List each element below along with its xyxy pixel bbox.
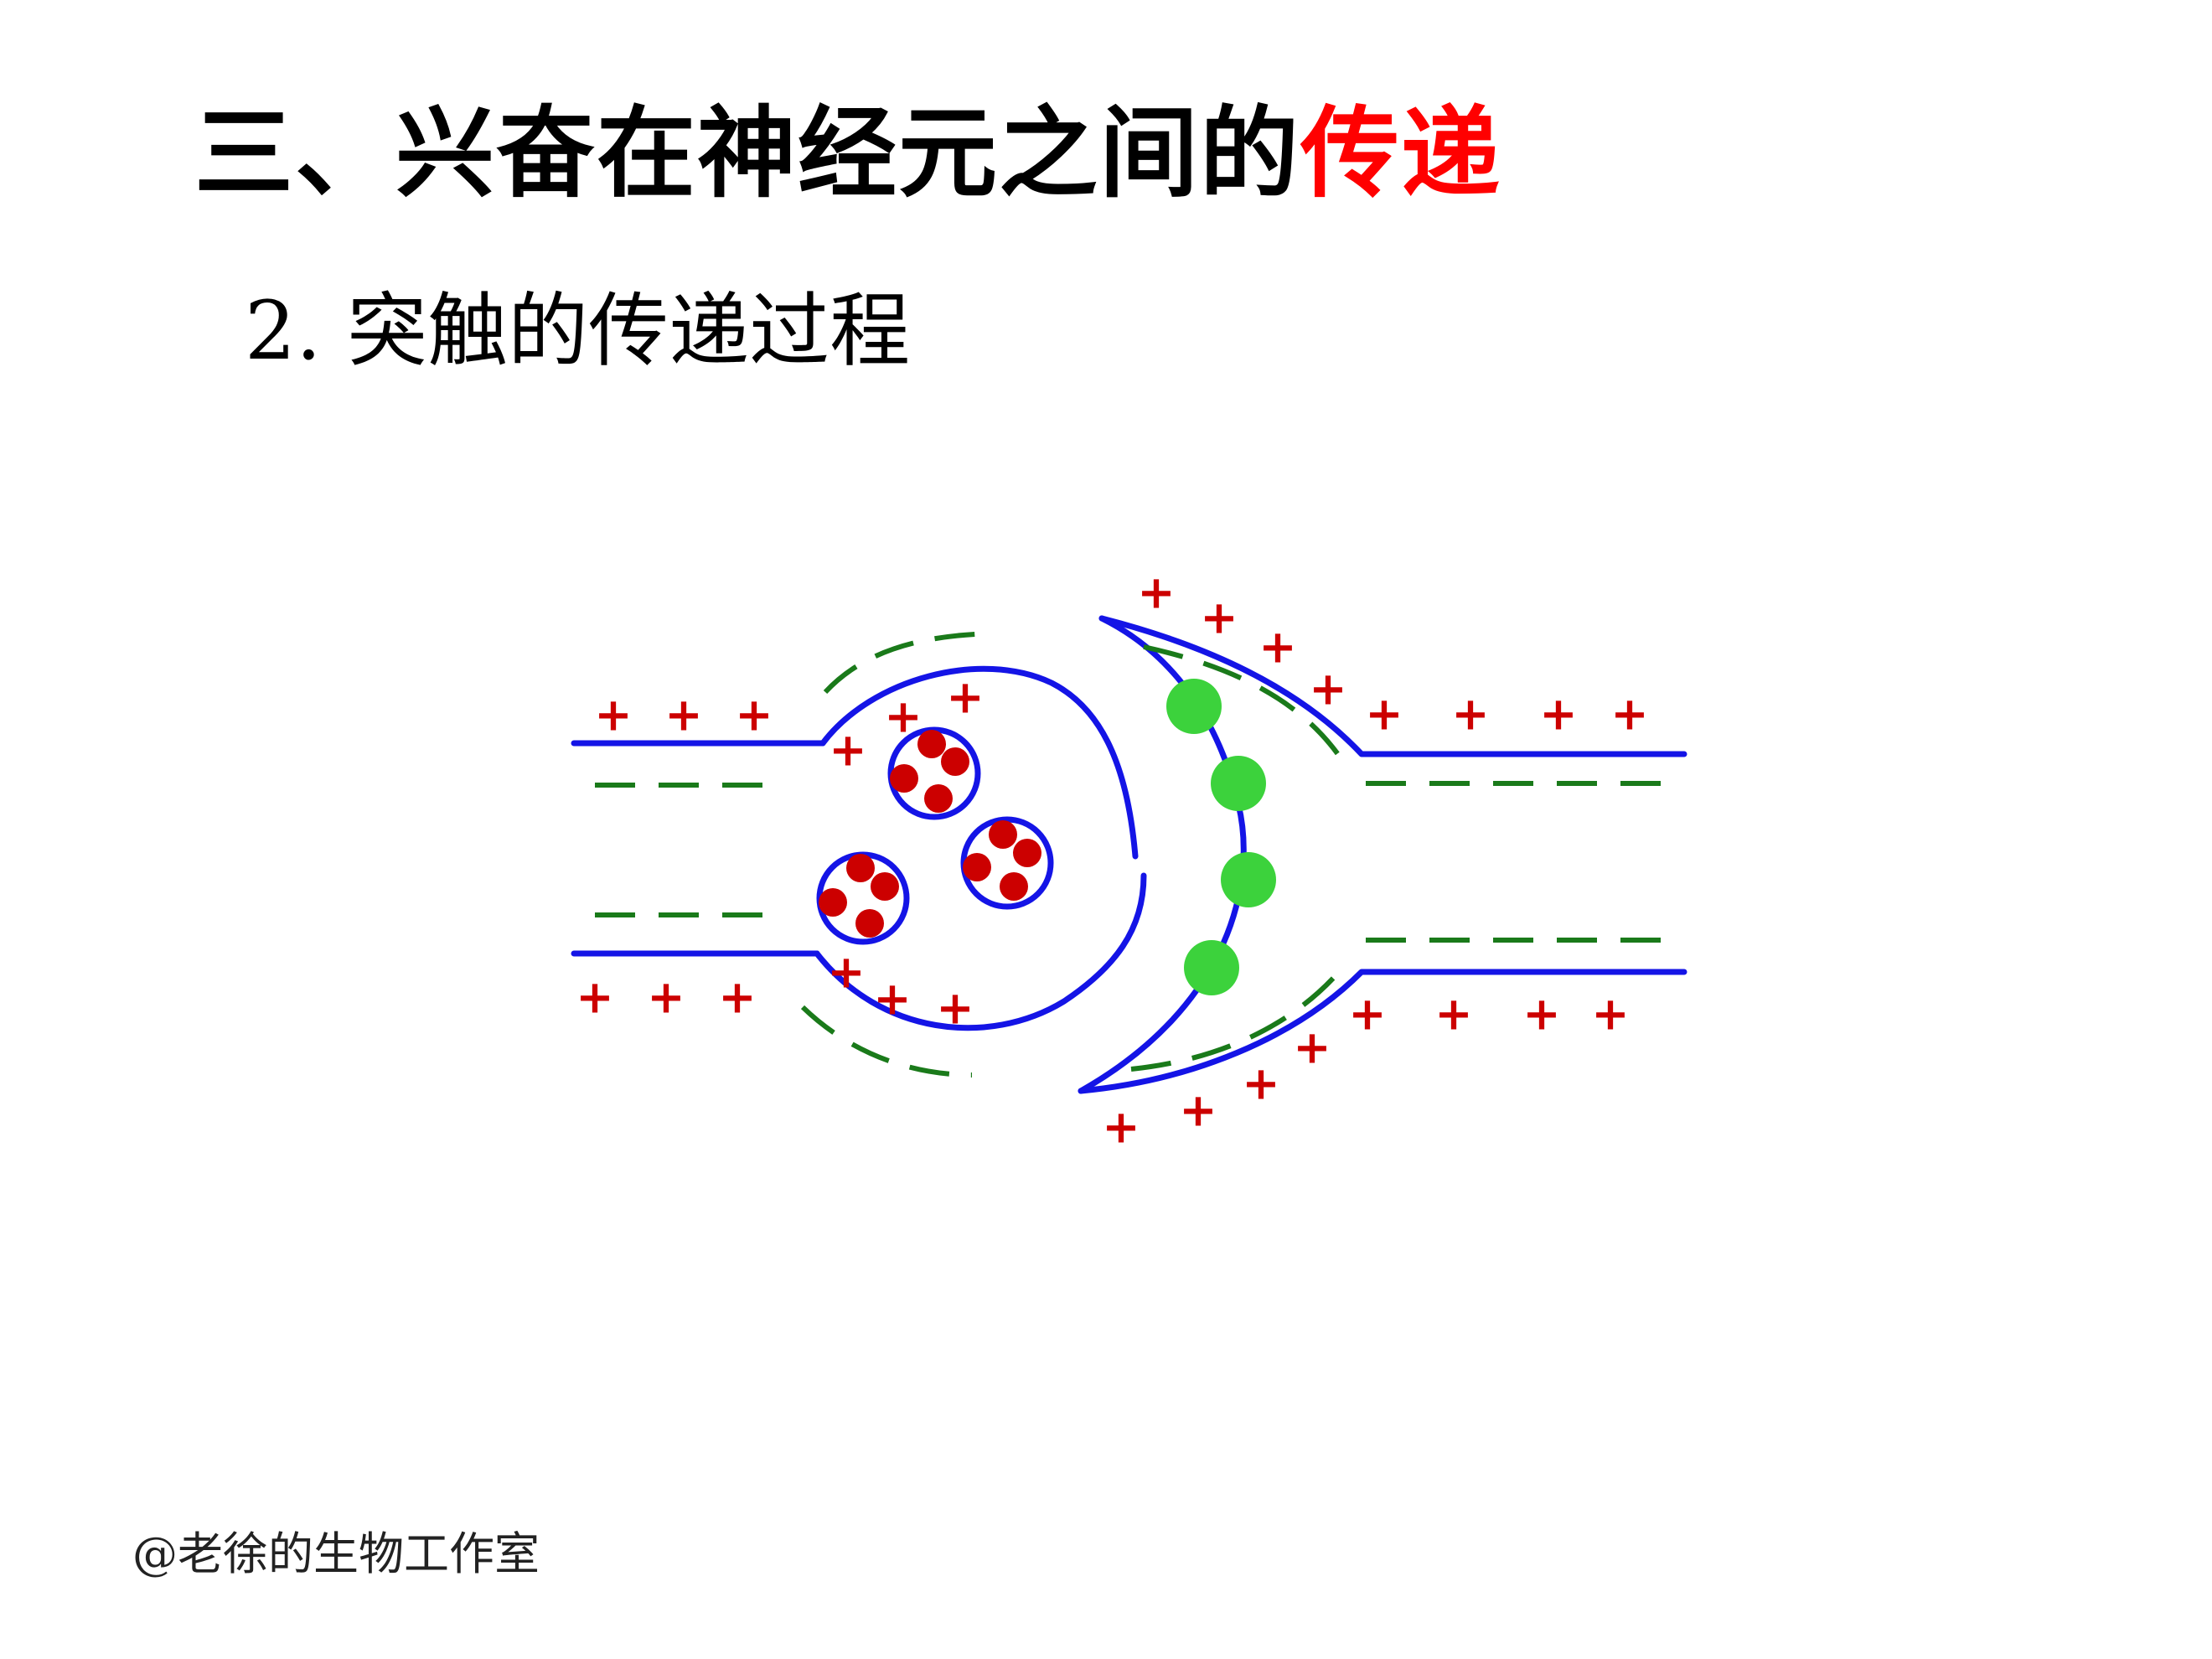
- plus-sign: +: [647, 971, 685, 1024]
- receptor: [1166, 679, 1222, 734]
- plus-sign: +: [1309, 663, 1346, 716]
- neurotransmitter-molecule: [855, 909, 884, 938]
- plus-sign: +: [1539, 688, 1577, 741]
- neurotransmitter-molecule: [1013, 839, 1041, 867]
- postsynaptic-membrane-inner: [1078, 615, 1247, 1094]
- positive-charges: + + + + +++ +++ + + + ++ + + ++ ++ ++++ + + +: [576, 566, 1648, 1154]
- synaptic-vesicle: [960, 816, 1054, 910]
- plus-sign: +: [936, 982, 974, 1035]
- plus-sign: +: [1348, 988, 1386, 1041]
- plus-sign: +: [594, 689, 632, 742]
- plus-sign: +: [1258, 621, 1296, 674]
- neurotransmitter-molecule: [1000, 872, 1028, 901]
- plus-sign: +: [1137, 566, 1175, 619]
- neurotransmitter-molecule: [989, 820, 1017, 849]
- plus-sign: +: [884, 690, 922, 743]
- neurotransmitter-molecule: [890, 764, 918, 793]
- plus-sign: +: [1522, 988, 1560, 1041]
- receptor: [1211, 756, 1266, 811]
- synaptic-vesicle: [887, 726, 981, 820]
- synapse-diagram: + + + + +++ +++ + + + ++ + + ++ ++ ++++ + + +: [571, 566, 1687, 1154]
- plus-sign: +: [735, 689, 773, 742]
- plus-sign: +: [1365, 688, 1403, 741]
- neurotransmitter-molecule: [819, 888, 847, 917]
- plus-sign: +: [1293, 1021, 1331, 1074]
- neurotransmitter-molecule: [846, 854, 875, 882]
- neurotransmitter-molecule: [941, 747, 969, 776]
- plus-sign: +: [1102, 1101, 1140, 1154]
- plus-sign: +: [1200, 592, 1238, 644]
- plus-sign: +: [829, 724, 866, 777]
- plus-sign: +: [1179, 1084, 1217, 1137]
- watermark: @老徐的生物工作室: [132, 1527, 540, 1580]
- neurotransmitter-molecule: [924, 784, 953, 813]
- plus-sign: +: [946, 671, 984, 724]
- receptors: [1166, 679, 1276, 995]
- plus-sign: +: [664, 689, 702, 742]
- plus-sign: +: [1591, 988, 1629, 1041]
- plus-sign: +: [1242, 1057, 1279, 1110]
- plus-sign: +: [1451, 688, 1489, 741]
- plus-sign: +: [827, 946, 865, 999]
- plus-sign: +: [1434, 988, 1472, 1041]
- plus-sign: +: [576, 971, 613, 1024]
- plus-sign: +: [1610, 688, 1648, 741]
- plus-sign: +: [718, 971, 756, 1024]
- synaptic-vesicle: [816, 851, 910, 945]
- plus-sign: +: [873, 973, 911, 1026]
- receptor: [1184, 940, 1239, 995]
- neurotransmitter-molecule: [963, 853, 991, 881]
- receptor: [1221, 852, 1276, 907]
- neurotransmitter-molecule: [871, 872, 899, 901]
